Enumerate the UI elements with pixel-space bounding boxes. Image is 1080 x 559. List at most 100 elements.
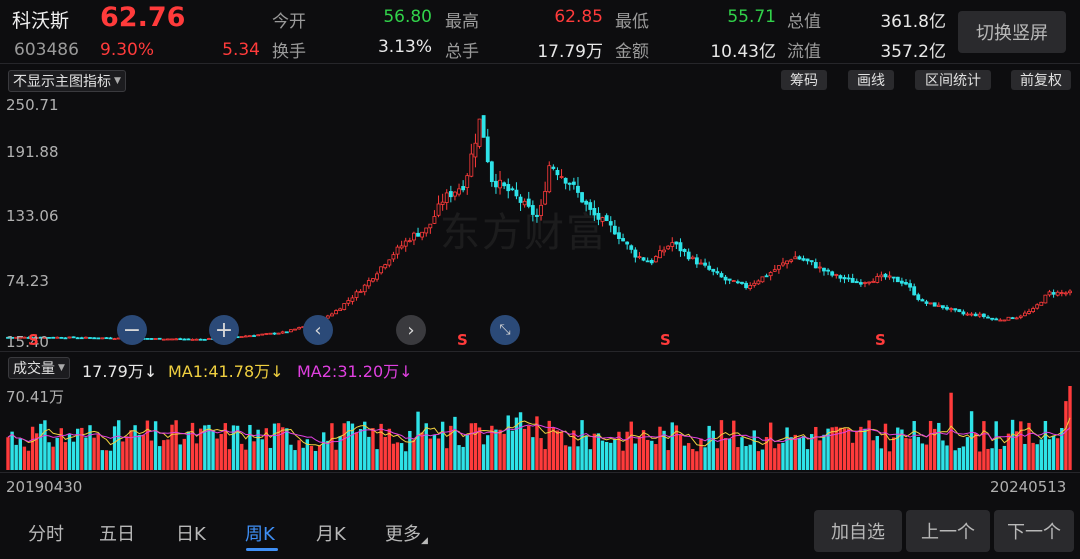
candle-body [182, 338, 187, 341]
candle-body [633, 249, 638, 258]
tab-more[interactable]: 更多◢ [385, 520, 428, 546]
volume-bar [822, 434, 826, 470]
candle-body [813, 262, 818, 269]
dropdown-icon: ▼ [114, 76, 121, 86]
candle-body [612, 225, 617, 235]
candle-body [834, 274, 839, 276]
volume-bar [715, 448, 720, 470]
volume-bar [317, 445, 322, 470]
candle-body [207, 338, 211, 341]
stat-label: 换手 [272, 42, 306, 62]
candle-body [346, 300, 351, 304]
tab-daily-k[interactable]: 日K [176, 520, 206, 546]
candle-body [863, 282, 867, 284]
candle-body [342, 303, 347, 310]
candle-body [547, 165, 552, 193]
previous-button[interactable]: 上一个 [906, 510, 990, 552]
candle-body [887, 275, 892, 278]
scroll-right-icon[interactable]: › [396, 315, 426, 345]
volume-bar [289, 444, 293, 470]
volume-bar [543, 449, 547, 470]
sell-marker[interactable]: S [875, 331, 886, 349]
candle-body [858, 282, 863, 285]
volume-bar [846, 428, 851, 470]
volume-bar [1023, 443, 1027, 470]
volume-bar [629, 421, 633, 470]
candle-body [1014, 317, 1019, 320]
volume-bar [600, 440, 605, 470]
volume-bar [937, 422, 941, 470]
draw-line-button[interactable]: 画线 [848, 70, 894, 90]
candle-body [1051, 292, 1056, 295]
volume-bar [1039, 439, 1043, 470]
candle-body [293, 328, 297, 331]
price-chart[interactable] [0, 92, 1080, 350]
current-price: 62.76 [100, 2, 186, 33]
candle-body [379, 266, 384, 274]
forward-adjust-button[interactable]: 前复权 [1011, 70, 1071, 90]
add-watchlist-button[interactable]: 加自选 [814, 510, 902, 552]
range-stats-button[interactable]: 区间统计 [915, 70, 991, 90]
volume-bar [178, 444, 182, 470]
candle-body [432, 216, 437, 224]
volume-bar [473, 423, 478, 470]
volume-bar [166, 439, 170, 470]
chips-button[interactable]: 筹码 [781, 70, 827, 90]
volume-bar [416, 411, 420, 470]
tab-intraday[interactable]: 分时 [28, 520, 64, 546]
candle-body [264, 333, 269, 335]
scroll-left-icon[interactable]: ‹ [303, 315, 333, 345]
candle-body [530, 205, 535, 215]
candle-body [764, 275, 769, 278]
zoom-out-icon[interactable]: − [117, 315, 147, 345]
y-tick: 74.23 [6, 272, 49, 290]
sell-marker[interactable]: S [28, 331, 39, 349]
candle-body [961, 311, 966, 315]
volume-bar [773, 448, 777, 470]
volume-bar [18, 438, 23, 470]
candle-body [981, 313, 986, 318]
zoom-in-icon[interactable]: + [209, 315, 239, 345]
tab-five-day[interactable]: 五日 [99, 520, 135, 546]
tab-monthly-k[interactable]: 月K [316, 520, 346, 546]
stat-label: 流值 [787, 42, 821, 62]
volume-bar [650, 440, 654, 470]
volume-bar [969, 411, 974, 470]
volume-bar [63, 442, 68, 470]
volume-bar [859, 426, 863, 470]
candle-body [842, 277, 847, 280]
volume-bar [39, 423, 43, 470]
candle-body [555, 170, 560, 176]
candle-body [1006, 316, 1011, 321]
volume-bar [1002, 445, 1007, 470]
volume-bar [510, 430, 515, 470]
volume-bar [342, 423, 346, 470]
collapse-icon[interactable]: ⤡ [490, 315, 520, 345]
volume-indicator-select[interactable]: 成交量 ▼ [8, 357, 70, 379]
candle-body [518, 196, 523, 203]
sell-marker[interactable]: S [660, 331, 671, 349]
volume-bar [395, 442, 400, 470]
candle-body [514, 189, 519, 197]
next-button[interactable]: 下一个 [994, 510, 1074, 552]
main-indicator-select[interactable]: 不显示主图指标 ▼ [8, 70, 126, 92]
tab-weekly-k[interactable]: 周K [245, 520, 275, 546]
stat-label: 最高 [445, 12, 479, 32]
volume-bar [641, 430, 646, 470]
volume-chart[interactable] [0, 380, 1080, 472]
stock-name: 科沃斯 [12, 10, 70, 32]
candle-body [79, 337, 84, 340]
stat-label: 金额 [615, 42, 649, 62]
switch-portrait-button[interactable]: 切换竖屏 [958, 11, 1066, 53]
candle-body [1035, 304, 1040, 309]
candle-body [674, 241, 679, 245]
sell-marker[interactable]: S [457, 331, 468, 349]
volume-bar [830, 427, 834, 470]
candle-body [92, 337, 97, 340]
candle-body [588, 202, 593, 210]
stat-value: 55.71 [727, 7, 776, 27]
candle-body [822, 267, 826, 272]
volume-bar [998, 448, 1002, 470]
chart-divider [0, 351, 1080, 352]
volume-bar [112, 426, 117, 470]
